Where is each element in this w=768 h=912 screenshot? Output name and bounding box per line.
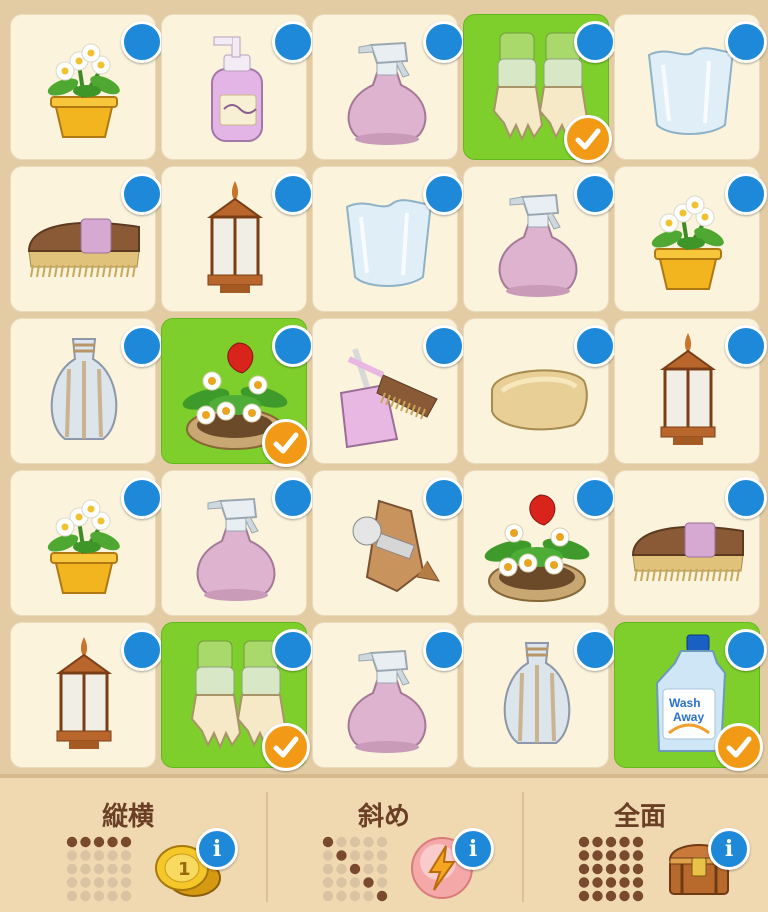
checkmark-icon (564, 115, 612, 163)
bingo-cell[interactable] (463, 318, 616, 464)
info-icon[interactable] (272, 477, 314, 519)
info-icon[interactable] (121, 477, 163, 519)
bingo-cell[interactable] (161, 622, 314, 771)
info-icon[interactable] (272, 629, 314, 671)
info-icon[interactable] (574, 629, 616, 671)
reward-panel-full: 全面 i (512, 778, 768, 912)
bingo-cell[interactable] (463, 470, 616, 616)
svg-text:Wash: Wash (669, 696, 701, 710)
info-icon[interactable] (272, 173, 314, 215)
bingo-grid: Wash Away (10, 14, 767, 771)
info-icon[interactable] (725, 629, 767, 671)
info-icon[interactable] (574, 477, 616, 519)
pattern-full-icon (578, 836, 644, 902)
panel-divider (266, 792, 268, 902)
panel-divider (522, 792, 524, 902)
info-icon[interactable] (423, 477, 465, 519)
info-icon[interactable]: i (452, 828, 494, 870)
info-icon[interactable] (272, 21, 314, 63)
bingo-cell[interactable] (463, 622, 616, 768)
svg-text:1: 1 (178, 859, 191, 880)
bingo-cell[interactable] (10, 166, 163, 312)
bingo-cell[interactable] (614, 14, 767, 160)
info-icon[interactable] (423, 21, 465, 63)
bingo-cell[interactable] (312, 622, 465, 768)
bingo-cell[interactable] (312, 14, 465, 160)
checkmark-icon (262, 419, 310, 467)
info-icon[interactable] (574, 21, 616, 63)
info-icon[interactable] (121, 173, 163, 215)
info-icon[interactable] (725, 477, 767, 519)
info-icon[interactable] (725, 173, 767, 215)
pattern-diagonal-icon (322, 836, 388, 902)
reward-panel-diagonal: 斜め i (256, 778, 512, 912)
bingo-cell[interactable] (312, 318, 465, 464)
bingo-cell[interactable]: Wash Away (614, 622, 767, 771)
info-icon[interactable] (574, 325, 616, 367)
svg-text:Away: Away (673, 710, 704, 724)
info-icon[interactable] (725, 325, 767, 367)
bingo-cell[interactable] (312, 470, 465, 616)
bingo-cell[interactable] (161, 318, 314, 467)
bingo-cell[interactable] (614, 470, 767, 616)
info-icon[interactable] (121, 325, 163, 367)
pattern-rows-columns-icon (66, 836, 132, 902)
bingo-cell[interactable] (10, 318, 163, 464)
bingo-cell[interactable] (10, 622, 163, 768)
info-icon[interactable] (121, 21, 163, 63)
info-icon[interactable] (725, 21, 767, 63)
info-icon[interactable] (121, 629, 163, 671)
bingo-cell[interactable] (463, 14, 616, 163)
info-icon[interactable] (423, 325, 465, 367)
bingo-cell[interactable] (614, 166, 767, 312)
info-icon[interactable] (423, 629, 465, 671)
info-icon[interactable]: i (708, 828, 750, 870)
bingo-cell[interactable] (161, 470, 314, 616)
checkmark-icon (715, 723, 763, 771)
reward-bar: 縦横 1 i 斜め i 全面 i (0, 778, 768, 912)
bingo-cell[interactable] (614, 318, 767, 464)
info-icon[interactable] (423, 173, 465, 215)
bingo-cell[interactable] (10, 14, 163, 160)
bingo-board: Wash Away (0, 0, 768, 778)
bingo-cell[interactable] (161, 14, 314, 160)
bingo-cell[interactable] (161, 166, 314, 312)
checkmark-icon (262, 723, 310, 771)
bingo-cell[interactable] (312, 166, 465, 312)
bingo-cell[interactable] (10, 470, 163, 616)
reward-panel-rows-columns: 縦横 1i (0, 778, 256, 912)
info-icon[interactable]: i (196, 828, 238, 870)
info-icon[interactable] (574, 173, 616, 215)
info-icon[interactable] (272, 325, 314, 367)
bingo-cell[interactable] (463, 166, 616, 312)
